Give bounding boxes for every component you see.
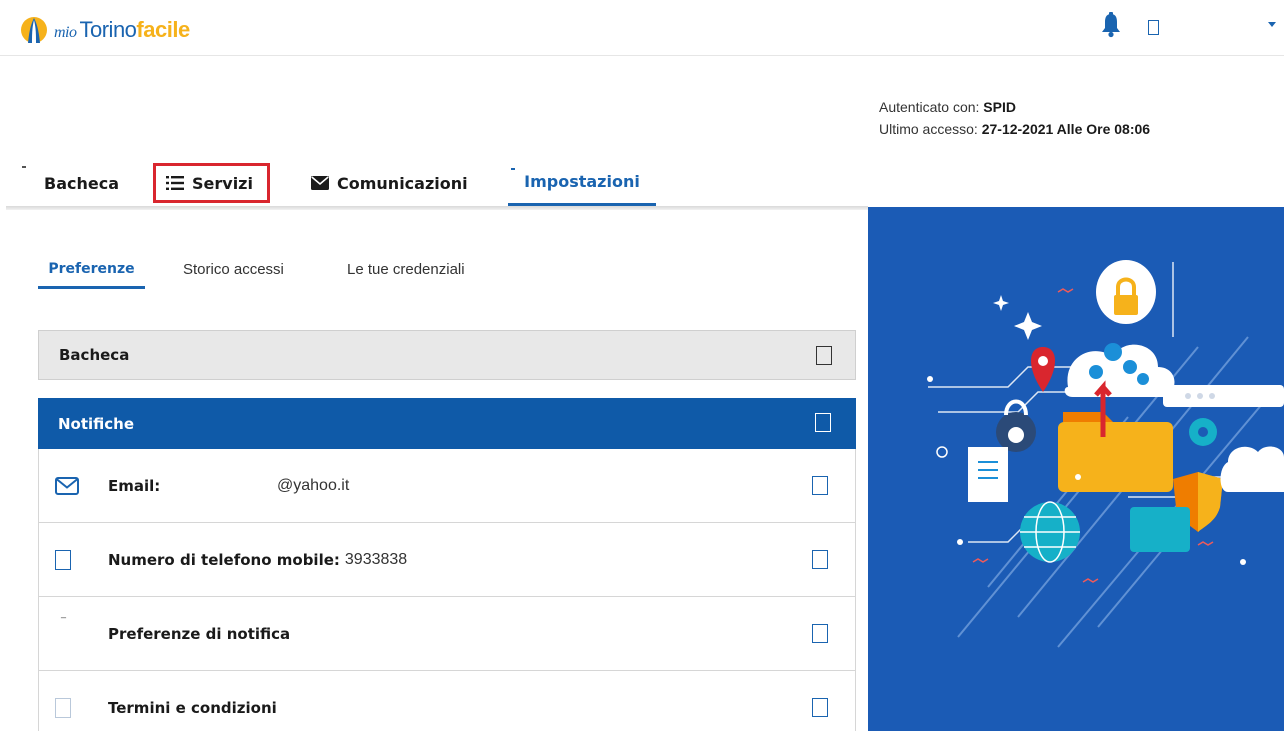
logo-facile: facile: [136, 17, 190, 42]
bell-icon[interactable]: [1100, 12, 1122, 38]
accordion-bacheca-title: Bacheca: [59, 346, 130, 364]
tab-servizi[interactable]: Servizi: [153, 163, 270, 203]
tab-impostazioni-label: Impostazioni: [524, 172, 640, 191]
list-item-email: Email: @yahoo.it: [39, 449, 855, 523]
tel-value: 3933838: [344, 551, 408, 568]
pref-label: Preferenze di notifica: [108, 625, 291, 643]
email-label-wrap: Email:: [108, 449, 165, 523]
security-illustration: [868, 207, 1284, 731]
tab-impostazioni[interactable]: Impostazioni: [508, 160, 656, 206]
main-tabs: Bacheca Servizi Comunicazioni Impostazio…: [0, 160, 868, 208]
notification-list: Email: @yahoo.it Numero di telefono mobi…: [38, 449, 856, 731]
accordion-toggle-icon[interactable]: [816, 346, 832, 365]
list-item-termini: Termini e condizioni: [39, 671, 855, 731]
email-label: Email:: [108, 477, 161, 495]
logo[interactable]: mio Torinofacile: [20, 14, 190, 46]
accordion-notifiche[interactable]: Notifiche: [38, 398, 856, 449]
top-bar: mio Torinofacile: [0, 0, 1284, 56]
illustration-graphic: [927, 260, 1284, 648]
edit-email-icon[interactable]: [812, 476, 828, 495]
last-access-line: Ultimo accesso: 27-12-2021 Alle Ore 08:0…: [879, 118, 1150, 140]
term-label: Termini e condizioni: [108, 699, 277, 717]
auth-method-value: SPID: [983, 99, 1016, 115]
envelope-icon: [55, 477, 79, 495]
auth-method-label: Autenticato con:: [879, 99, 980, 115]
auth-method-line: Autenticato con: SPID: [879, 96, 1150, 118]
document-icon: [55, 698, 71, 718]
accordion-notifiche-title: Notifiche: [58, 414, 135, 433]
tab-comunicazioni[interactable]: Comunicazioni: [311, 160, 468, 206]
auth-info: Autenticato con: SPID Ultimo accesso: 27…: [879, 96, 1150, 140]
tel-label-wrap: Numero di telefono mobile: 3933838: [108, 523, 407, 597]
logo-torino: Torino: [79, 17, 137, 42]
tab-servizi-label: Servizi: [192, 173, 253, 193]
tab-comunicazioni-label: Comunicazioni: [337, 173, 468, 193]
list-item-preferenze-notifica: ‾ Preferenze di notifica: [39, 597, 855, 671]
edit-tel-icon[interactable]: [812, 550, 828, 569]
last-access-label: Ultimo accesso:: [879, 121, 978, 137]
last-access-value: 27-12-2021 Alle Ore 08:06: [981, 121, 1151, 137]
email-value: @yahoo.it: [277, 477, 350, 494]
envelope-icon: [311, 176, 329, 190]
subtab-storico-accessi[interactable]: Storico accessi: [183, 252, 284, 286]
user-square-icon[interactable]: [1148, 20, 1159, 35]
settings-glyph-icon: ‾: [61, 617, 66, 628]
accordion-bacheca[interactable]: Bacheca: [38, 330, 856, 380]
phone-icon: [55, 550, 71, 570]
logo-text: mio Torinofacile: [54, 17, 190, 43]
list-icon: [166, 176, 184, 190]
logo-mole-icon: [21, 17, 47, 43]
logo-mio: mio: [54, 24, 77, 41]
edit-term-icon[interactable]: [812, 698, 828, 717]
edit-pref-icon[interactable]: [812, 624, 828, 643]
subtab-credenziali[interactable]: Le tue credenziali: [347, 252, 465, 286]
tab-bacheca-label: Bacheca: [44, 173, 119, 193]
tel-label: Numero di telefono mobile:: [108, 551, 340, 569]
subtab-preferenze[interactable]: Preferenze: [38, 252, 145, 289]
tab-bacheca[interactable]: Bacheca: [44, 160, 119, 206]
list-item-telefono: Numero di telefono mobile: 3933838: [39, 523, 855, 597]
tabs-divider: [6, 206, 868, 210]
caret-down-icon[interactable]: [1268, 22, 1276, 27]
accordion-toggle-icon[interactable]: [815, 413, 831, 432]
